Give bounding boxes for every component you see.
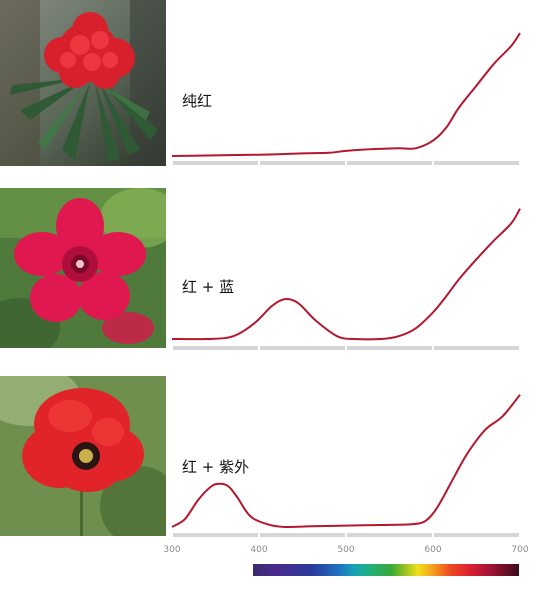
x-tick-label: 600 [424, 545, 441, 555]
axis-segment [260, 346, 345, 350]
axis-segment [173, 533, 258, 537]
axis-segment [173, 161, 258, 165]
x-tick-label: 500 [337, 545, 354, 555]
axis-segment [347, 161, 432, 165]
spectrum-curve-3 [171, 394, 521, 529]
x-tick-label: 400 [250, 545, 267, 555]
axis-segment [173, 346, 258, 350]
axis-segment [434, 346, 519, 350]
x-tick-label: 300 [163, 545, 180, 555]
spectra-chart: 300 400 500 600 700 [163, 32, 529, 555]
x-tick-label: 700 [511, 545, 528, 555]
axis-segment [434, 161, 519, 165]
spectrum-curve-2 [171, 208, 521, 341]
spectrum-curve-1 [171, 32, 521, 157]
axis-segment [347, 533, 432, 537]
axis-segment [260, 161, 345, 165]
axis-segment [260, 533, 345, 537]
visible-spectrum-bar [253, 564, 519, 576]
axis-segment [347, 346, 432, 350]
axis-segment [434, 533, 519, 537]
